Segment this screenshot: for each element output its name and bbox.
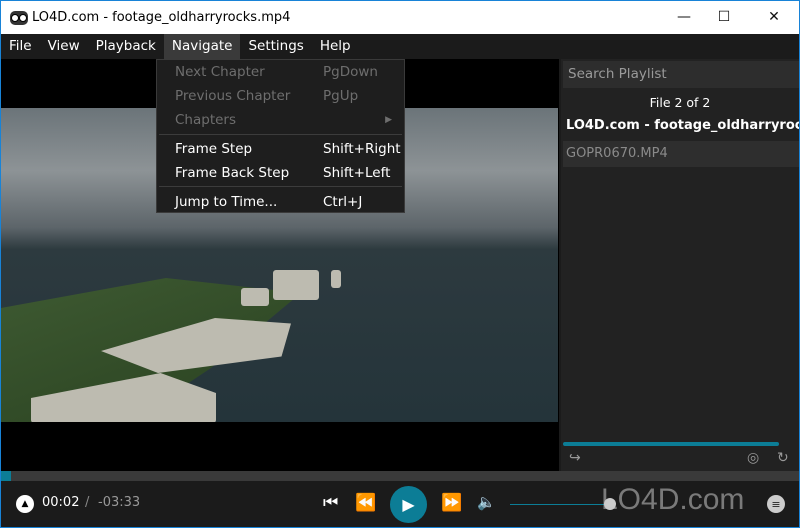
remaining-time[interactable]: -03:33 xyxy=(98,495,140,510)
menu-file[interactable]: File xyxy=(1,34,40,59)
menu-separator xyxy=(159,186,402,187)
eject-icon[interactable]: ▲ xyxy=(16,495,34,513)
maximize-button[interactable]: ☐ xyxy=(701,1,747,33)
elapsed-time: 00:02 xyxy=(42,495,80,510)
menu-item-jump-to-time[interactable]: Jump to Time... Ctrl+J xyxy=(175,191,404,213)
menu-item-chapters[interactable]: Chapters ▶ xyxy=(175,109,404,131)
navigate-menu: Next Chapter PgDown Previous Chapter PgUp … xyxy=(156,59,405,213)
menu-item-label: Previous Chapter xyxy=(175,88,291,104)
menu-bar: File View Playback Navigate Settings Hel… xyxy=(1,34,799,59)
menu-item-shortcut: PgUp xyxy=(323,88,359,104)
fast-forward-icon[interactable]: ⏩ xyxy=(441,493,462,513)
seek-progress xyxy=(1,471,12,481)
menu-settings[interactable]: Settings xyxy=(240,34,311,59)
play-button[interactable]: ▶ xyxy=(390,486,427,523)
playlist-group[interactable]: LO4D.com - footage_oldharryrocks.mp4 xyxy=(566,118,799,133)
menu-item-label: Frame Step xyxy=(175,141,253,157)
menu-item-shortcut: Shift+Right xyxy=(323,141,401,157)
menu-item-shortcut: Ctrl+J xyxy=(323,194,363,210)
menu-item-frame-back-step[interactable]: Frame Back Step Shift+Left xyxy=(175,162,404,184)
menu-playback[interactable]: Playback xyxy=(88,34,164,59)
playlist-scrollbar[interactable] xyxy=(563,442,779,446)
menu-item-frame-step[interactable]: Frame Step Shift+Right xyxy=(175,138,404,160)
title-bar: LO4D.com - footage_oldharryrocks.mp4 — ☐… xyxy=(1,1,799,34)
menu-item-label: Next Chapter xyxy=(175,64,265,80)
rewind-icon[interactable]: ⏪ xyxy=(355,493,376,513)
window-title: LO4D.com - footage_oldharryrocks.mp4 xyxy=(32,10,291,25)
playlist-panel: Search Playlist File 2 of 2 LO4D.com - f… xyxy=(561,59,799,471)
menu-item-label: Frame Back Step xyxy=(175,165,290,181)
menu-separator xyxy=(159,134,402,135)
repeat-icon[interactable]: ↻ xyxy=(777,450,789,466)
menu-item-previous-chapter[interactable]: Previous Chapter PgUp xyxy=(175,85,404,107)
seek-bar[interactable] xyxy=(1,471,799,481)
menu-item-shortcut: PgDown xyxy=(323,64,378,80)
menu-view[interactable]: View xyxy=(40,34,88,59)
app-logo-icon xyxy=(10,10,28,25)
menu-navigate[interactable]: Navigate xyxy=(163,34,241,59)
submenu-arrow-icon: ▶ xyxy=(385,115,392,125)
search-playlist-input[interactable]: Search Playlist xyxy=(563,61,799,88)
previous-icon[interactable]: ⏮ xyxy=(323,493,338,513)
volume-slider[interactable] xyxy=(510,504,606,505)
hide-icon[interactable]: ◎ xyxy=(747,450,759,466)
menu-item-shortcut: Shift+Left xyxy=(323,165,391,181)
time-separator: / xyxy=(85,495,90,510)
playlist-menu-icon[interactable]: ≡ xyxy=(767,495,785,513)
playlist-item[interactable]: GOPR0670.MP4 xyxy=(563,141,799,167)
move-to-icon[interactable]: ↪ xyxy=(569,450,581,466)
playlist-count: File 2 of 2 xyxy=(649,95,711,110)
menu-item-label: Jump to Time... xyxy=(175,194,278,210)
menu-help[interactable]: Help xyxy=(312,34,359,59)
lo4d-watermark: LO4D.com xyxy=(601,483,745,516)
close-button[interactable]: ✕ xyxy=(751,1,797,33)
menu-item-next-chapter[interactable]: Next Chapter PgDown xyxy=(175,61,404,83)
volume-icon[interactable]: 🔈 xyxy=(477,493,496,511)
menu-item-label: Chapters xyxy=(175,112,237,128)
